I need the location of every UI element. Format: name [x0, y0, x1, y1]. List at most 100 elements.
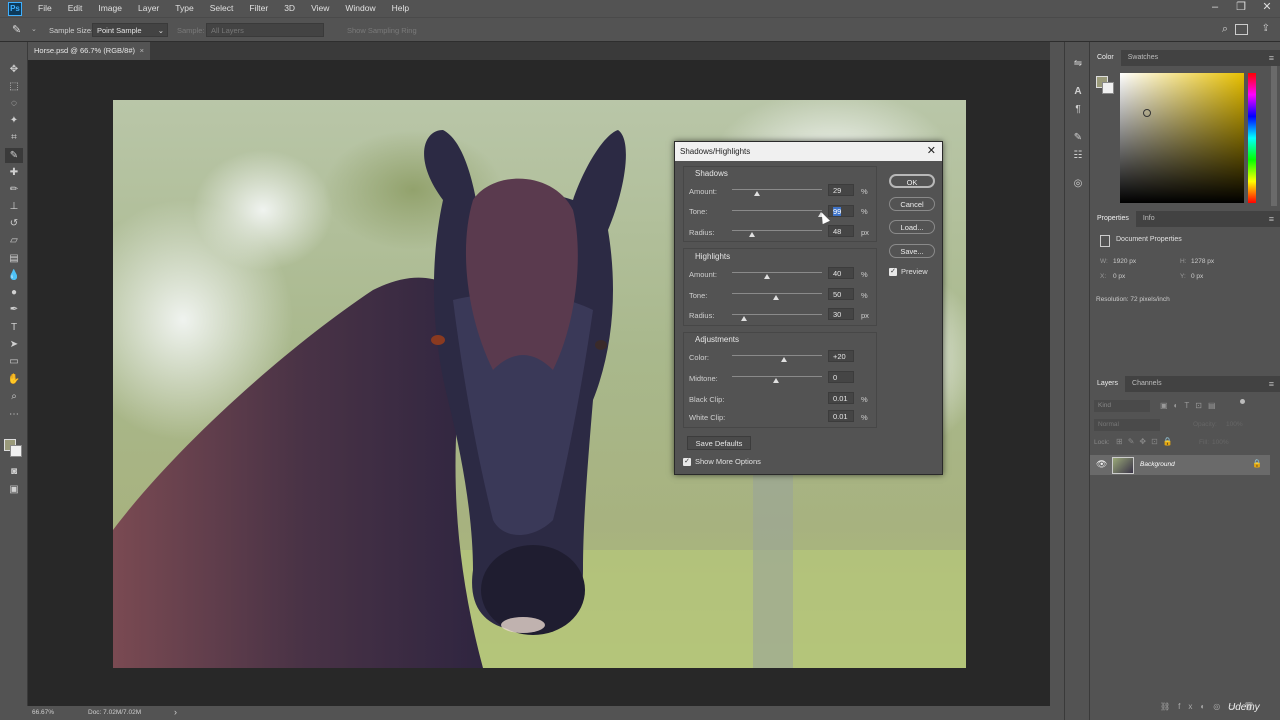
type-tool-icon[interactable]: T: [5, 320, 23, 335]
menu-help[interactable]: Help: [384, 0, 417, 17]
color-track[interactable]: [732, 355, 822, 356]
menu-image[interactable]: Image: [90, 0, 130, 17]
history-panel-icon[interactable]: ⇋: [1070, 58, 1086, 72]
highlights-radius-field[interactable]: 30: [828, 308, 854, 320]
panel-scrollbar[interactable]: [1271, 66, 1277, 206]
color-slider-thumb[interactable]: [781, 357, 787, 362]
save-defaults-button[interactable]: Save Defaults: [687, 436, 751, 450]
menu-file[interactable]: File: [30, 0, 60, 17]
sample-size-select[interactable]: Point Sample ⌄: [92, 23, 168, 37]
pen-tool-icon[interactable]: ✒: [5, 302, 23, 317]
blur-tool-icon[interactable]: 💧: [5, 268, 23, 283]
shadows-amount-field[interactable]: 29: [828, 184, 854, 196]
midtone-field[interactable]: 0: [828, 371, 854, 383]
clone-stamp-icon[interactable]: ⊥: [5, 199, 23, 214]
background-color-swatch[interactable]: [1102, 82, 1114, 94]
highlights-amount-field[interactable]: 40: [828, 267, 854, 279]
zoom-tool-icon[interactable]: ⌕: [5, 389, 23, 404]
highlights-amount-slider-thumb[interactable]: [764, 274, 770, 279]
layer-row-background[interactable]: 👁 Background 🔒: [1090, 455, 1270, 475]
midtone-track[interactable]: [732, 376, 822, 377]
more-tools-icon[interactable]: ⋯: [5, 407, 23, 422]
tab-color[interactable]: Color: [1090, 50, 1121, 66]
close-icon[interactable]: ✕: [927, 144, 936, 157]
character-panel-icon[interactable]: A: [1070, 86, 1086, 100]
background-color-swatch[interactable]: [10, 445, 22, 457]
midtone-slider-thumb[interactable]: [773, 378, 779, 383]
color-picker-cursor[interactable]: [1143, 109, 1151, 117]
search-icon[interactable]: ⌕: [1222, 23, 1228, 36]
sample-select[interactable]: All Layers: [206, 23, 324, 37]
color-field[interactable]: +20: [828, 350, 854, 362]
shadows-radius-slider-thumb[interactable]: [749, 232, 755, 237]
black-clip-field[interactable]: 0.01: [828, 392, 854, 404]
menu-window[interactable]: Window: [337, 0, 383, 17]
highlights-amount-track[interactable]: [732, 272, 822, 273]
panel-menu-icon[interactable]: ≡: [1269, 379, 1274, 389]
menu-3d[interactable]: 3D: [276, 0, 303, 17]
highlights-tone-track[interactable]: [732, 293, 822, 294]
filter-toggle-icon[interactable]: [1240, 399, 1245, 404]
preview-checkbox[interactable]: ✓: [889, 268, 897, 276]
panel-menu-icon[interactable]: ≡: [1269, 53, 1274, 63]
dodge-tool-icon[interactable]: ●: [5, 285, 23, 300]
crop-tool-icon[interactable]: ⌗: [5, 130, 23, 145]
hand-tool-icon[interactable]: ✋: [5, 372, 23, 387]
paragraph-panel-icon[interactable]: ¶: [1070, 104, 1086, 118]
sampling-ring-option[interactable]: Show Sampling Ring: [347, 26, 417, 35]
dialog-title-bar[interactable]: Shadows/Highlights: [675, 142, 942, 161]
lasso-tool-icon[interactable]: ◌: [5, 96, 23, 111]
share-icon[interactable]: ⇪: [1262, 23, 1270, 34]
zoom-level[interactable]: 66.67%: [32, 709, 54, 716]
healing-brush-icon[interactable]: ✚: [5, 165, 23, 180]
shadows-tone-track[interactable]: [732, 210, 822, 211]
brush-panel-icon[interactable]: ✎: [1070, 132, 1086, 146]
tab-info[interactable]: Info: [1136, 211, 1162, 227]
fill-value[interactable]: 100%: [1212, 439, 1229, 446]
close-window-icon[interactable]: ✕: [1254, 0, 1280, 17]
ok-button[interactable]: OK: [889, 174, 935, 188]
highlights-radius-slider-thumb[interactable]: [741, 316, 747, 321]
history-brush-icon[interactable]: ↺: [5, 216, 23, 231]
tab-channels[interactable]: Channels: [1125, 376, 1169, 392]
menu-type[interactable]: Type: [167, 0, 201, 17]
show-more-options-checkbox[interactable]: ✓: [683, 458, 691, 466]
opacity-value[interactable]: 100%: [1226, 421, 1243, 428]
save-button[interactable]: Save...: [889, 244, 935, 258]
marquee-tool-icon[interactable]: ⬚: [5, 79, 23, 94]
adjustments-panel-icon[interactable]: ☷: [1070, 150, 1086, 164]
gradient-tool-icon[interactable]: ▤: [5, 251, 23, 266]
menu-view[interactable]: View: [303, 0, 337, 17]
shadows-radius-track[interactable]: [732, 230, 822, 231]
path-select-icon[interactable]: ➤: [5, 337, 23, 352]
menu-filter[interactable]: Filter: [241, 0, 276, 17]
quick-select-tool-icon[interactable]: ✦: [5, 113, 23, 128]
layer-filter-kind[interactable]: Kind: [1094, 400, 1150, 412]
white-clip-field[interactable]: 0.01: [828, 410, 854, 422]
shadows-radius-field[interactable]: 48: [828, 225, 854, 237]
shadows-amount-slider-thumb[interactable]: [754, 191, 760, 196]
close-tab-icon[interactable]: ×: [140, 42, 144, 60]
chevron-down-icon[interactable]: ⌄: [31, 25, 37, 33]
eraser-tool-icon[interactable]: ▱: [5, 233, 23, 248]
menu-select[interactable]: Select: [202, 0, 242, 17]
load-button[interactable]: Load...: [889, 220, 935, 234]
hue-slider[interactable]: [1248, 73, 1256, 203]
screen-mode-icon[interactable]: ▣: [5, 482, 23, 497]
libraries-panel-icon[interactable]: ◎: [1070, 178, 1086, 192]
menu-layer[interactable]: Layer: [130, 0, 167, 17]
brush-tool-icon[interactable]: ✏: [5, 182, 23, 197]
layer-filter-icons[interactable]: ▣◐T⊡▤: [1160, 401, 1222, 410]
menu-edit[interactable]: Edit: [60, 0, 91, 17]
rectangle-tool-icon[interactable]: ▭: [5, 354, 23, 369]
eyedropper-tool-icon[interactable]: ✎: [12, 23, 21, 36]
minimize-icon[interactable]: –: [1202, 0, 1228, 17]
tab-properties[interactable]: Properties: [1090, 211, 1136, 227]
eyedropper-tool-icon[interactable]: ✎: [5, 148, 23, 163]
shadows-amount-track[interactable]: [732, 189, 822, 190]
restore-icon[interactable]: ❐: [1228, 0, 1254, 17]
cancel-button[interactable]: Cancel: [889, 197, 935, 211]
tab-layers[interactable]: Layers: [1090, 376, 1126, 392]
highlights-radius-track[interactable]: [732, 314, 822, 315]
highlights-tone-slider-thumb[interactable]: [773, 295, 779, 300]
